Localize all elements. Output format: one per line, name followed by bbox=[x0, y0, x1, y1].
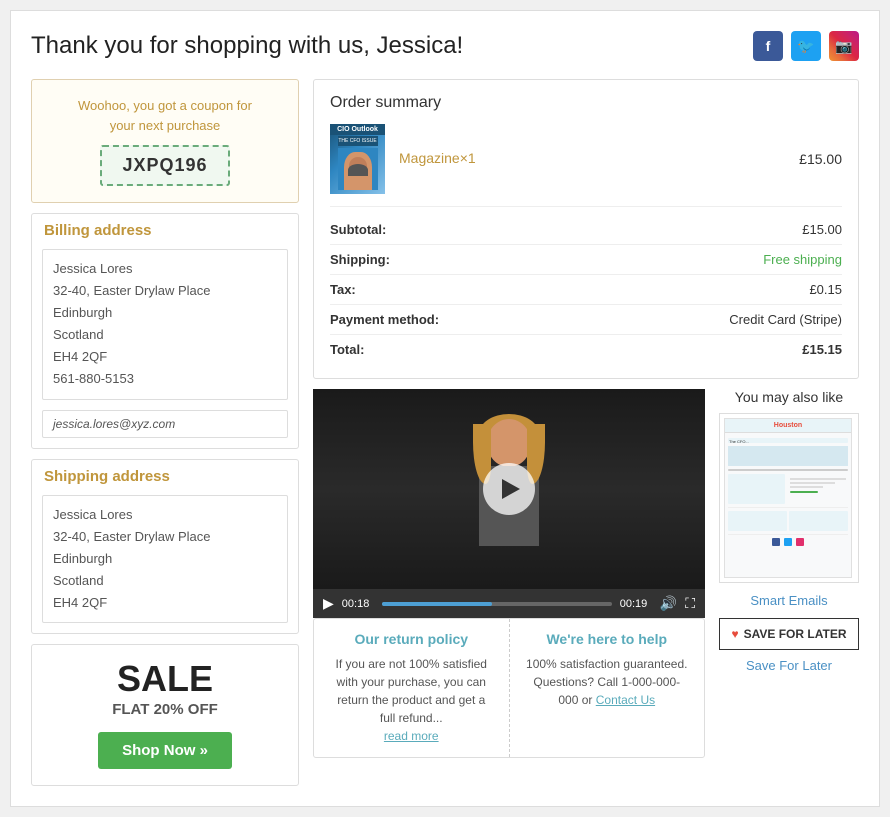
may-also-like-title: You may also like bbox=[719, 389, 859, 405]
bottom-row: ▶ 00:18 00:19 🔊 ⛶ Our bbox=[313, 389, 859, 758]
play-icon bbox=[502, 479, 520, 499]
facebook-icon[interactable]: f bbox=[753, 31, 783, 61]
return-policy-col: Our return policy If you are not 100% sa… bbox=[314, 619, 510, 757]
help-text: 100% satisfaction guaranteed. Questions?… bbox=[524, 655, 691, 709]
shipping-postcode: EH4 2QF bbox=[53, 592, 277, 614]
return-policy-text: If you are not 100% satisfied with your … bbox=[328, 655, 495, 745]
shipping-address-section: Shipping address Jessica Lores 32-40, Ea… bbox=[31, 459, 299, 634]
save-later-label: Save For Later bbox=[719, 658, 859, 673]
policy-section: Our return policy If you are not 100% sa… bbox=[313, 618, 705, 758]
billing-region: Scotland bbox=[53, 324, 277, 346]
fullscreen-button[interactable]: ⛶ bbox=[685, 595, 695, 612]
product-name-label: Smart Emails bbox=[719, 593, 859, 608]
video-section: ▶ 00:18 00:19 🔊 ⛶ Our bbox=[313, 389, 705, 758]
billing-address-title: Billing address bbox=[32, 214, 298, 243]
coupon-code[interactable]: JXPQ196 bbox=[100, 145, 229, 186]
may-also-like-section: You may also like Houston The CFO... bbox=[719, 389, 859, 673]
product-preview-image[interactable]: Houston The CFO... bbox=[719, 413, 859, 583]
page-title: Thank you for shopping with us, Jessica! bbox=[31, 32, 463, 60]
video-bg bbox=[313, 389, 705, 589]
billing-email: jessica.lores@xyz.com bbox=[42, 410, 288, 438]
sale-title: SALE bbox=[44, 661, 286, 697]
right-column: Order summary CIO Outlook THE CFO ISSUE bbox=[313, 79, 859, 758]
help-col: We're here to help 100% satisfaction gua… bbox=[510, 619, 705, 757]
order-item: CIO Outlook THE CFO ISSUE bbox=[330, 124, 842, 207]
order-rows: Subtotal: £15.00 Shipping: Free shipping… bbox=[330, 215, 842, 364]
elapsed-time: 00:18 bbox=[342, 598, 374, 610]
read-more-link[interactable]: read more bbox=[384, 729, 439, 743]
billing-postcode: EH4 2QF bbox=[53, 346, 277, 368]
order-item-image: CIO Outlook THE CFO ISSUE bbox=[330, 124, 385, 194]
shipping-city: Edinburgh bbox=[53, 548, 277, 570]
order-row-payment: Payment method: Credit Card (Stripe) bbox=[330, 305, 842, 335]
billing-address1: 32-40, Easter Drylaw Place bbox=[53, 280, 277, 302]
order-row-tax: Tax: £0.15 bbox=[330, 275, 842, 305]
remaining-time: 00:19 bbox=[620, 598, 652, 610]
order-row-subtotal: Subtotal: £15.00 bbox=[330, 215, 842, 245]
progress-bar[interactable] bbox=[382, 602, 612, 606]
order-row-total: Total: £15.15 bbox=[330, 335, 842, 364]
coupon-box: Woohoo, you got a coupon for your next p… bbox=[31, 79, 299, 203]
shipping-region: Scotland bbox=[53, 570, 277, 592]
instagram-icon[interactable]: 📷 bbox=[829, 31, 859, 61]
video-player[interactable]: ▶ 00:18 00:19 🔊 ⛶ bbox=[313, 389, 705, 618]
play-button[interactable] bbox=[483, 463, 535, 515]
heart-icon: ♥ bbox=[731, 627, 738, 641]
billing-city: Edinburgh bbox=[53, 302, 277, 324]
shipping-address1: 32-40, Easter Drylaw Place bbox=[53, 526, 277, 548]
email-preview-header: Houston bbox=[725, 419, 851, 433]
order-summary: Order summary CIO Outlook THE CFO ISSUE bbox=[313, 79, 859, 379]
order-item-name: Magazine×1 bbox=[399, 150, 476, 166]
help-title: We're here to help bbox=[524, 631, 691, 647]
contact-us-link[interactable]: Contact Us bbox=[596, 693, 655, 707]
progress-bar-fill bbox=[382, 602, 492, 606]
billing-address-box: Jessica Lores 32-40, Easter Drylaw Place… bbox=[42, 249, 288, 400]
coupon-text: Woohoo, you got a coupon for your next p… bbox=[44, 96, 286, 135]
order-summary-title: Order summary bbox=[330, 94, 842, 112]
shipping-address-title: Shipping address bbox=[32, 460, 298, 489]
billing-phone: 561-880-5153 bbox=[53, 368, 277, 390]
video-controls: ▶ 00:18 00:19 🔊 ⛶ bbox=[313, 589, 705, 618]
volume-button[interactable]: 🔊 bbox=[660, 595, 677, 612]
email-preview: Houston The CFO... bbox=[724, 418, 852, 578]
social-icons: f 🐦 📷 bbox=[753, 31, 859, 61]
play-pause-button[interactable]: ▶ bbox=[323, 595, 334, 612]
order-item-details: Magazine×1 bbox=[399, 150, 799, 168]
order-row-shipping: Shipping: Free shipping bbox=[330, 245, 842, 275]
billing-name: Jessica Lores bbox=[53, 258, 277, 280]
save-for-later-button[interactable]: ♥ SAVE FOR LATER bbox=[719, 618, 859, 650]
twitter-icon[interactable]: 🐦 bbox=[791, 31, 821, 61]
sale-subtitle: FLAT 20% OFF bbox=[44, 701, 286, 718]
sale-box: SALE FLAT 20% OFF Shop Now » bbox=[31, 644, 299, 786]
order-item-price: £15.00 bbox=[799, 151, 842, 167]
shipping-address-box: Jessica Lores 32-40, Easter Drylaw Place… bbox=[42, 495, 288, 623]
billing-address-section: Billing address Jessica Lores 32-40, Eas… bbox=[31, 213, 299, 449]
email-preview-body: The CFO... bbox=[725, 433, 851, 551]
left-column: Woohoo, you got a coupon for your next p… bbox=[31, 79, 299, 786]
shipping-name: Jessica Lores bbox=[53, 504, 277, 526]
return-policy-title: Our return policy bbox=[328, 631, 495, 647]
shop-now-button[interactable]: Shop Now » bbox=[98, 732, 232, 769]
